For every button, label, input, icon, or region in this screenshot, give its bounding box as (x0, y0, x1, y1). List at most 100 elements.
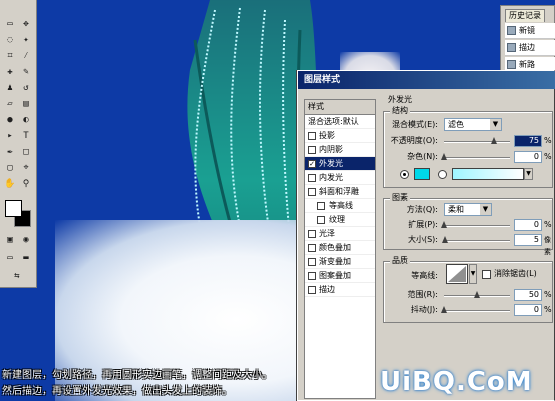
style-item[interactable]: 光泽 (305, 227, 375, 241)
style-item[interactable]: 等高线 (305, 199, 375, 213)
hand-tool-icon[interactable]: ✋ (3, 178, 17, 191)
crop-tool-icon[interactable]: ⌗ (3, 50, 17, 63)
style-list-header[interactable]: 样式 (305, 100, 375, 115)
magic-wand-tool-icon[interactable]: ✦ (19, 34, 33, 47)
history-brush-tool-icon[interactable]: ↺ (19, 82, 33, 95)
blend-mode-select[interactable]: 滤色 ▼ (444, 118, 502, 131)
style-item-label: 斜面和浮雕 (319, 187, 359, 196)
eraser-tool-icon[interactable]: ▱ (3, 98, 17, 111)
path-select-tool-icon[interactable]: ▸ (3, 130, 17, 143)
structure-title: 结构 (390, 106, 410, 116)
style-checkbox[interactable] (308, 132, 316, 140)
standard-mode-icon[interactable]: ▣ (3, 234, 17, 247)
fullscreen-mode-icon[interactable]: ▬ (19, 252, 33, 265)
notes-tool-icon[interactable]: ▢ (3, 162, 17, 175)
zoom-tool-icon[interactable]: ⚲ (19, 178, 33, 191)
style-checkbox[interactable] (308, 286, 316, 294)
range-slider-thumb[interactable] (474, 291, 480, 298)
size-input[interactable]: 5 (514, 234, 542, 246)
technique-select[interactable]: 柔和 ▼ (444, 203, 492, 216)
noise-slider[interactable] (441, 153, 510, 160)
style-item[interactable]: 渐变叠加 (305, 255, 375, 269)
healing-tool-icon[interactable]: ✚ (3, 66, 17, 79)
style-checkbox[interactable] (317, 216, 325, 224)
glow-color-swatch[interactable] (414, 168, 430, 180)
technique-label: 方法(Q): (406, 205, 438, 214)
brush-tool-icon[interactable]: ✎ (19, 66, 33, 79)
style-item[interactable]: ✓ 外发光 (305, 157, 375, 171)
lasso-tool-icon[interactable]: ◌ (3, 34, 17, 47)
jitter-label: 抖动(J): (410, 305, 438, 314)
glow-gradient-picker[interactable] (452, 168, 524, 180)
shape-tool-icon[interactable]: □ (19, 146, 33, 159)
style-checkbox[interactable] (308, 244, 316, 252)
type-tool-icon[interactable]: T (19, 130, 33, 143)
jitter-slider[interactable] (441, 306, 510, 313)
style-item-label: 外发光 (319, 159, 343, 168)
opacity-input[interactable]: 75 (514, 135, 542, 147)
dialog-titlebar[interactable]: 图层样式 (298, 71, 555, 89)
style-checkbox[interactable]: ✓ (308, 160, 316, 168)
jitter-input[interactable]: 0 (514, 304, 542, 316)
spread-slider-thumb[interactable] (441, 221, 447, 228)
style-checkbox[interactable] (317, 202, 325, 210)
style-checkbox[interactable] (308, 272, 316, 280)
size-slider[interactable] (442, 236, 510, 243)
history-tab[interactable]: 历史记录 (505, 9, 545, 22)
stamp-tool-icon[interactable]: ♟ (3, 82, 17, 95)
style-item[interactable]: 内阴影 (305, 143, 375, 157)
solid-color-radio[interactable] (400, 170, 409, 179)
style-item[interactable]: 描边 (305, 283, 375, 297)
style-item-label: 内阴影 (319, 145, 343, 154)
screen-mode-icon[interactable]: ▭ (3, 252, 17, 265)
style-item-label: 颜色叠加 (319, 243, 351, 252)
gradient-tool-icon[interactable]: ▤ (19, 98, 33, 111)
gradient-radio[interactable] (438, 170, 447, 179)
history-item[interactable]: 描边 (505, 40, 555, 56)
spread-slider[interactable] (441, 221, 510, 228)
site-watermark: UiBQ.CoM (380, 367, 533, 397)
move-tool-icon[interactable]: ✥ (19, 18, 33, 31)
style-item[interactable]: 内发光 (305, 171, 375, 185)
range-slider[interactable] (444, 291, 510, 298)
opacity-slider[interactable] (444, 137, 510, 144)
style-item[interactable]: 投影 (305, 129, 375, 143)
eyedropper-tool-icon[interactable]: ⌖ (19, 162, 33, 175)
range-input[interactable]: 50 (514, 289, 542, 301)
spread-label: 扩展(P): (408, 220, 438, 229)
marquee-tool-icon[interactable]: ▭ (3, 18, 17, 31)
style-checkbox[interactable] (308, 258, 316, 266)
style-list: 样式 混合选项:默认 投影 内阴影 ✓ 外发光 内发光 斜面和浮雕 等高线 纹理 光泽 颜色叠加 渐变… (304, 99, 376, 399)
quickmask-mode-icon[interactable]: ◉ (19, 234, 33, 247)
style-checkbox[interactable] (308, 230, 316, 238)
caption-line-2: 然后描边，再设置外发光效果，做出头发上的装饰。 (2, 386, 232, 397)
range-unit: % (544, 290, 552, 299)
style-checkbox[interactable] (308, 188, 316, 196)
style-checkbox[interactable] (308, 146, 316, 154)
style-item[interactable]: 纹理 (305, 213, 375, 227)
style-item[interactable]: 颜色叠加 (305, 241, 375, 255)
dodge-tool-icon[interactable]: ◐ (19, 114, 33, 127)
range-label: 范围(R): (407, 290, 439, 299)
gradient-dropdown-icon[interactable]: ▼ (524, 168, 533, 180)
size-slider-thumb[interactable] (442, 236, 449, 243)
style-checkbox[interactable] (308, 174, 316, 182)
style-item[interactable]: 混合选项:默认 (305, 115, 375, 129)
contour-picker[interactable] (446, 264, 468, 284)
pen-tool-icon[interactable]: ✒ (3, 146, 17, 159)
style-item[interactable]: 图案叠加 (305, 269, 375, 283)
slice-tool-icon[interactable]: ⁄ (19, 50, 33, 63)
style-item[interactable]: 斜面和浮雕 (305, 185, 375, 199)
antialias-checkbox[interactable] (482, 270, 491, 279)
blur-tool-icon[interactable]: ● (3, 114, 17, 127)
foreground-color-swatch[interactable] (5, 200, 22, 217)
contour-dropdown-icon[interactable]: ▼ (469, 264, 477, 284)
noise-slider-thumb[interactable] (441, 153, 447, 160)
noise-input[interactable]: 0 (514, 151, 542, 163)
opacity-slider-thumb[interactable] (490, 137, 497, 144)
spread-input[interactable]: 0 (514, 219, 542, 231)
jump-to-imageready-icon[interactable]: ⇆ (10, 270, 24, 283)
elements-title: 图素 (390, 193, 410, 203)
history-item[interactable]: 新镜 (505, 23, 555, 39)
jitter-slider-thumb[interactable] (441, 306, 447, 313)
